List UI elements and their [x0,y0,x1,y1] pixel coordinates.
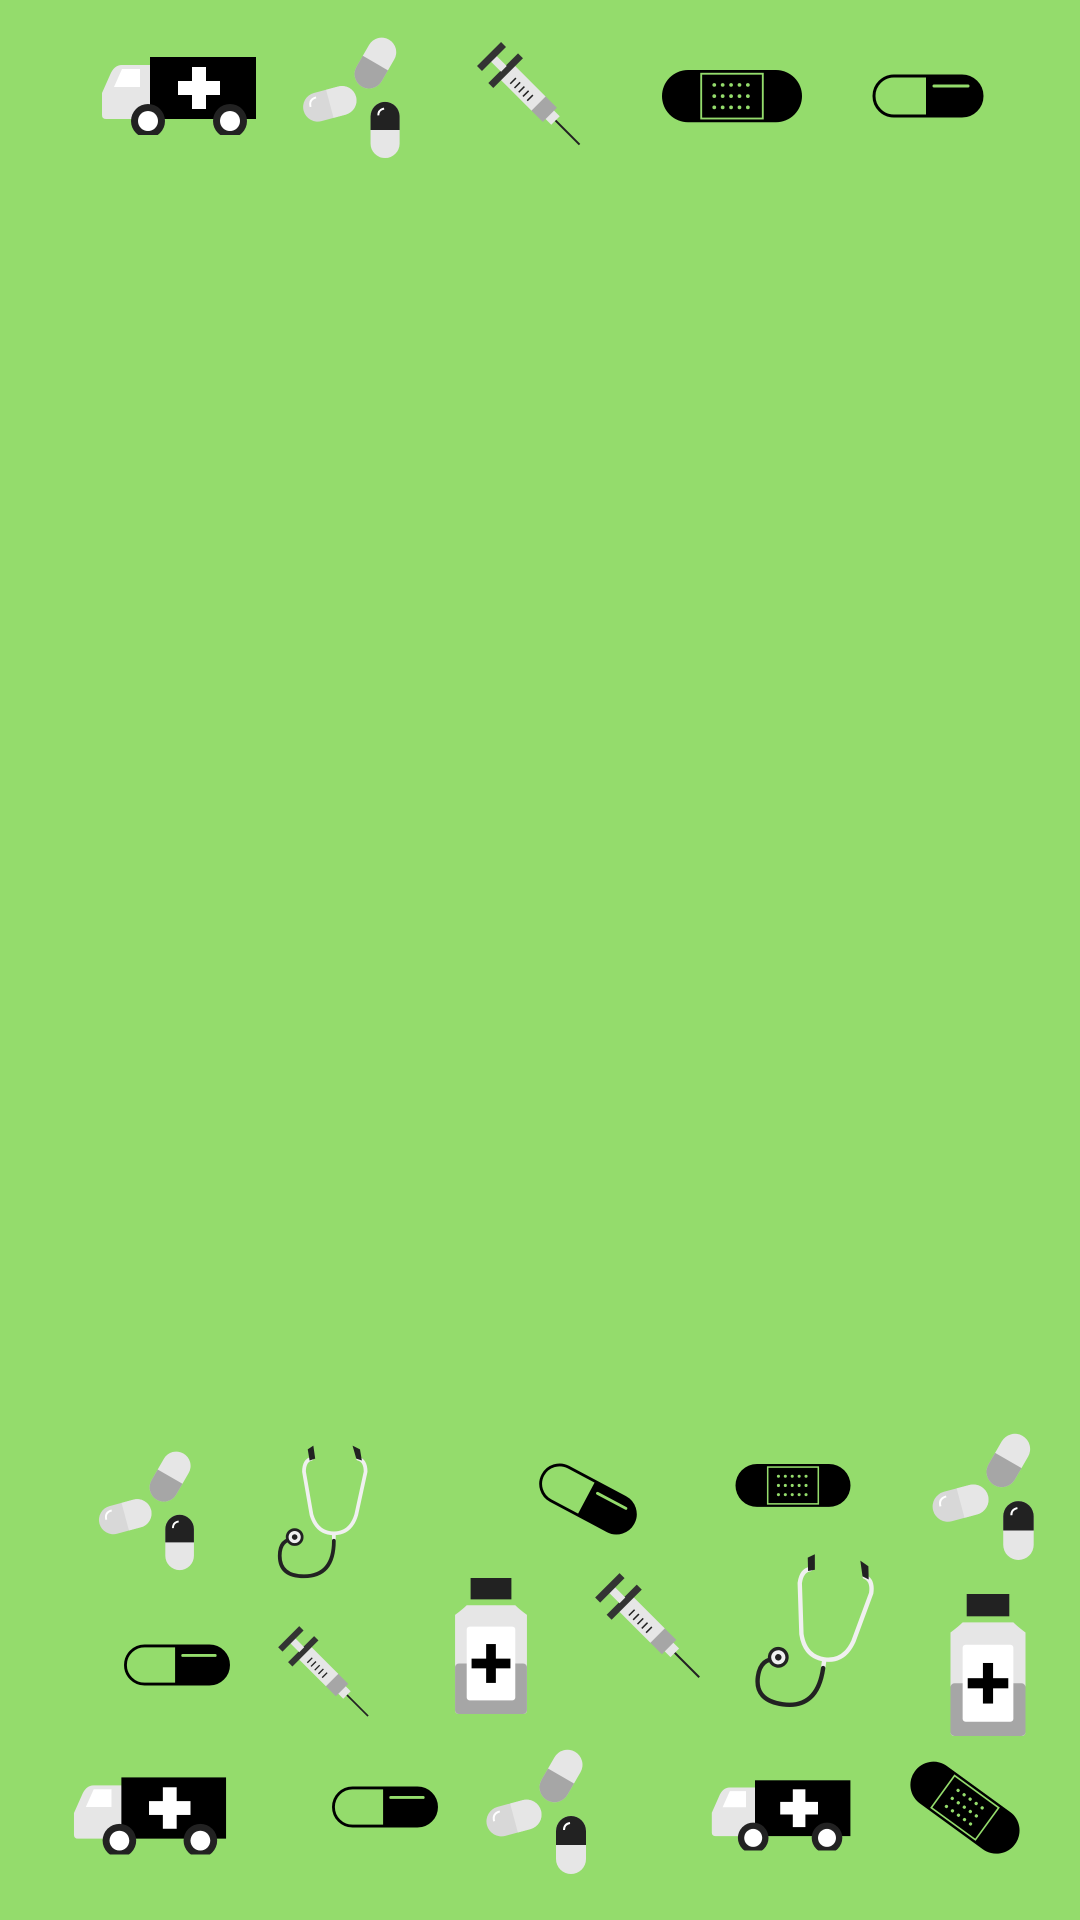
stethoscope-icon [276,1440,388,1580]
bandage-icon [734,1464,852,1510]
ambulance-icon [100,40,260,140]
bandage-icon [660,70,804,126]
syringe-icon [272,1620,386,1734]
pills-icon [486,1746,596,1876]
bandage-icon [899,1752,1029,1865]
syringe-icon [470,35,600,165]
ambulance-icon [710,1764,854,1856]
capsule-icon [872,74,984,118]
pills-icon [932,1430,1044,1562]
syringe-icon [588,1566,720,1698]
capsule-icon [330,1786,440,1828]
wallpaper-canvas [0,0,1080,1920]
medicine-bottle-icon [454,1578,528,1714]
capsule-icon [531,1456,644,1543]
stethoscope-icon [737,1540,914,1724]
empty-background-area [0,190,1080,1400]
medicine-bottle-icon [950,1594,1026,1736]
capsule-icon [122,1644,232,1686]
pills-icon [98,1448,204,1572]
pills-icon [302,34,410,160]
ambulance-icon [72,1760,230,1860]
